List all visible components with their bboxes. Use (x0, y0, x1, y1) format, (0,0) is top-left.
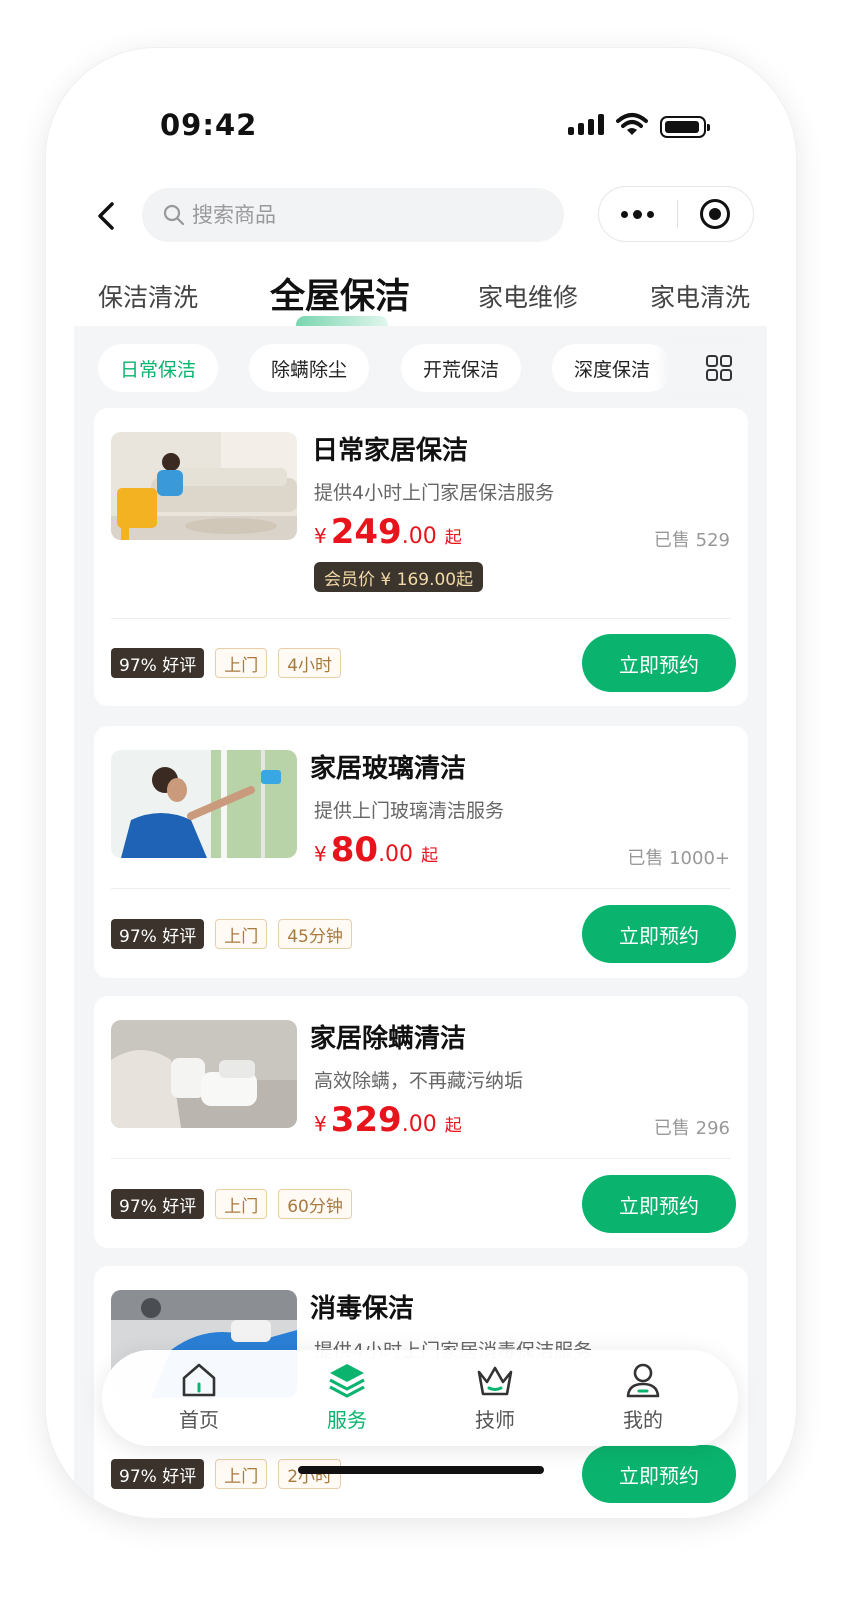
product-description: 提供上门玻璃清洁服务 (314, 800, 505, 822)
home-indicator (298, 1466, 544, 1474)
tab-services-label: 服务 (327, 1408, 367, 1432)
price-decimal: .00 (378, 842, 414, 867)
card-divider (111, 888, 731, 889)
price-integer: 80 (330, 830, 379, 870)
product-card[interactable]: 家居玻璃清洁 提供上门玻璃清洁服务 ¥ 80 .00 起 已售 1000+ 97… (94, 726, 748, 978)
product-title: 家居除螨清洁 (310, 1024, 467, 1054)
card-divider (111, 1158, 731, 1159)
chip-deep-cleaning[interactable]: 深度保洁 (552, 344, 673, 392)
currency-symbol: ¥ (314, 1112, 327, 1136)
duration-tag: 60分钟 (278, 1189, 352, 1219)
chip-post-renovation[interactable]: 开荒保洁 (401, 344, 522, 392)
signal-icon (568, 114, 604, 135)
product-description: 提供4小时上门家居保洁服务 (314, 482, 555, 504)
book-now-button[interactable]: 立即预约 (582, 634, 736, 692)
duration-tag: 45分钟 (278, 919, 352, 949)
category-tabs: 保洁清洗 全屋保洁 家电维修 家电清洗 (46, 268, 796, 334)
chip-daily-cleaning[interactable]: 日常保洁 (98, 344, 219, 392)
product-tags: 97% 好评 上门 4小时 (111, 648, 342, 678)
tab-technicians[interactable]: 技师 (440, 1360, 550, 1440)
tab-technicians-label: 技师 (475, 1408, 515, 1432)
product-price: ¥ 249 .00 起 (314, 512, 462, 552)
currency-symbol: ¥ (314, 842, 327, 866)
service-tag: 上门 (215, 919, 268, 949)
mini-program-capsule (598, 186, 754, 242)
price-decimal: .00 (401, 524, 437, 549)
rating-badge: 97% 好评 (111, 919, 205, 949)
product-tags: 97% 好评 上门 2小时 (111, 1459, 342, 1489)
tab-profile-label: 我的 (623, 1408, 663, 1432)
nav-bar (46, 186, 796, 246)
crown-icon (477, 1366, 513, 1396)
home-icon (182, 1363, 216, 1397)
member-price-badge: 会员价 ¥ 169.00起 (314, 562, 484, 592)
book-now-button[interactable]: 立即预约 (582, 1175, 736, 1233)
rating-badge: 97% 好评 (111, 1459, 205, 1489)
tab-cleaning-washing[interactable]: 保洁清洗 (98, 278, 198, 314)
tab-home[interactable]: 首页 (144, 1360, 254, 1440)
close-mini-program-button[interactable] (678, 186, 754, 242)
product-image-mite-removal (111, 1020, 297, 1128)
product-price: ¥ 80 .00 起 (314, 830, 438, 870)
tab-whole-house-cleaning[interactable]: 全屋保洁 (270, 268, 410, 319)
more-icon[interactable] (599, 186, 677, 242)
duration-tag: 2小时 (278, 1459, 342, 1489)
search-input[interactable] (192, 203, 492, 227)
user-icon (626, 1363, 660, 1398)
book-now-button[interactable]: 立即预约 (582, 905, 736, 963)
tab-home-label: 首页 (179, 1408, 219, 1432)
product-price: ¥ 329 .00 起 (314, 1100, 462, 1140)
wifi-icon (616, 113, 648, 135)
status-time: 09:42 (160, 108, 258, 142)
book-now-button[interactable]: 立即预约 (582, 1445, 736, 1503)
status-bar: 09:42 (46, 48, 796, 198)
chip-mite-removal[interactable]: 除螨除尘 (249, 344, 370, 392)
product-title: 消毒保洁 (310, 1294, 415, 1324)
grid-icon[interactable] (670, 344, 767, 392)
product-card[interactable]: 日常家居保洁 提供4小时上门家居保洁服务 ¥ 249 .00 起 已售 529 … (94, 408, 748, 706)
layers-icon (329, 1364, 365, 1398)
back-icon[interactable] (92, 196, 122, 236)
product-image-housekeeping (111, 432, 297, 540)
battery-icon (660, 116, 710, 138)
price-integer: 249 (330, 512, 402, 552)
currency-symbol: ¥ (314, 524, 327, 548)
product-list-area[interactable]: 日常保洁 除螨除尘 开荒保洁 深度保洁 日常家居保洁 提供4小时上门家居保洁服务… (74, 326, 767, 1518)
rating-badge: 97% 好评 (111, 648, 205, 678)
bottom-tab-bar: 首页 服务 技师 我的 (102, 1350, 738, 1446)
search-icon (163, 204, 185, 226)
target-icon (700, 199, 731, 229)
service-tag: 上门 (215, 1189, 268, 1219)
sub-category-chips: 日常保洁 除螨除尘 开荒保洁 深度保洁 (74, 344, 767, 392)
product-card[interactable]: 家居除螨清洁 高效除螨，不再藏污纳垢 ¥ 329 .00 起 已售 296 97… (94, 996, 748, 1248)
search-bar[interactable] (142, 188, 564, 242)
duration-tag: 4小时 (278, 648, 342, 678)
product-image-window-cleaning (111, 750, 297, 858)
product-tags: 97% 好评 上门 60分钟 (111, 1189, 352, 1219)
price-suffix: 起 (444, 528, 462, 548)
tab-services[interactable]: 服务 (292, 1360, 402, 1440)
rating-badge: 97% 好评 (111, 1189, 205, 1219)
tab-appliance-repair[interactable]: 家电维修 (478, 278, 578, 314)
phone-frame: 09:42 搜索商品 保洁清洗 全屋保洁 家电维修 家电清洗 日常保洁 除螨除尘… (46, 48, 796, 1518)
tab-appliance-cleaning[interactable]: 家电清洗 (650, 278, 750, 314)
product-description: 高效除螨，不再藏污纳垢 (314, 1070, 524, 1092)
price-integer: 329 (330, 1100, 402, 1140)
service-tag: 上门 (215, 1459, 268, 1489)
sold-count: 已售 529 (653, 530, 730, 551)
sold-count: 已售 1000+ (627, 848, 730, 869)
product-title: 家居玻璃清洁 (310, 754, 467, 784)
tab-profile[interactable]: 我的 (588, 1360, 698, 1440)
product-tags: 97% 好评 上门 45分钟 (111, 919, 352, 949)
service-tag: 上门 (215, 648, 268, 678)
card-divider (111, 618, 731, 619)
product-title: 日常家居保洁 (312, 436, 469, 466)
price-suffix: 起 (421, 846, 439, 866)
price-suffix: 起 (444, 1116, 462, 1136)
sold-count: 已售 296 (653, 1118, 730, 1139)
price-decimal: .00 (401, 1112, 437, 1137)
